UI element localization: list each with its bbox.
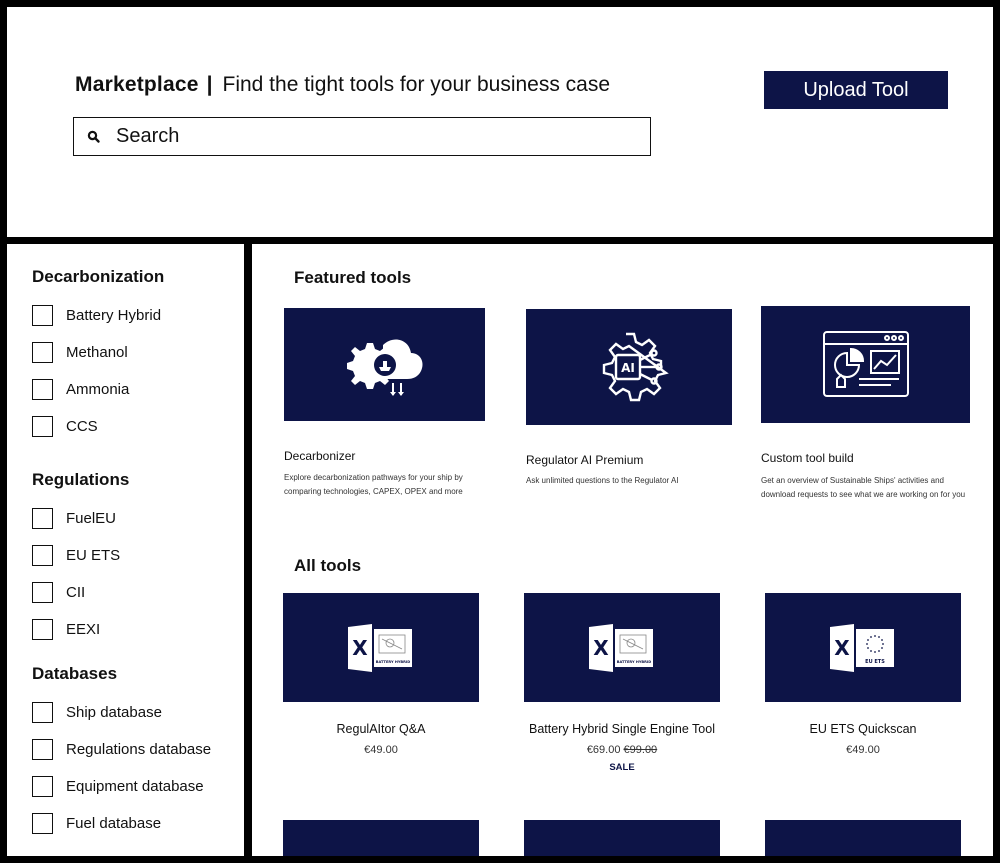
filter-battery-hybrid[interactable]: Battery Hybrid	[32, 297, 164, 334]
filter-eu-ets[interactable]: EU ETS	[32, 537, 129, 574]
header-panel: Marketplace | Find the tight tools for you…	[7, 7, 993, 237]
current-price: €69.00	[586, 744, 621, 756]
filter-ammonia[interactable]: Ammonia	[32, 371, 164, 408]
filter-cii[interactable]: CII	[32, 574, 129, 611]
main-content: Featured tools Decarbonizer Explore deca…	[252, 244, 993, 856]
tool-price: €49.00	[765, 744, 961, 756]
excel-file-icon: X BATTERY HYBRID	[587, 623, 657, 673]
regulaitor-qa-thumbnail[interactable]: X BATTERY HYBRID	[283, 593, 479, 702]
filter-label: Regulations database	[66, 741, 212, 758]
sale-badge: SALE	[609, 762, 635, 773]
search-bar[interactable]	[73, 117, 651, 156]
filter-label: EU ETS	[66, 547, 121, 564]
checkbox[interactable]	[32, 813, 53, 834]
filter-label: CCS	[66, 418, 98, 435]
featured-tool-title[interactable]: Regulator AI Premium	[526, 453, 643, 467]
current-price: €49.00	[846, 744, 880, 756]
battery-hybrid-thumbnail[interactable]: X BATTERY HYBRID	[524, 593, 720, 702]
eu-ets-quickscan-thumbnail[interactable]: X EU ETS	[765, 593, 961, 702]
filter-group-regulations: Regulations FuelEU EU ETS CII EEXI	[32, 468, 129, 648]
search-input[interactable]	[114, 125, 634, 148]
featured-tool-description: Explore decarbonization pathways for you…	[284, 473, 463, 496]
filter-label: Battery Hybrid	[66, 307, 162, 324]
thumb-caption: EU ETS	[865, 659, 885, 665]
thumb-caption: BATTERY HYBRID	[376, 660, 411, 664]
featured-tool-description: Ask unlimited questions to the Regulator…	[526, 476, 679, 485]
filter-ccs[interactable]: CCS	[32, 408, 164, 445]
dashboard-window-icon	[822, 330, 909, 397]
filter-label: FuelEU	[66, 510, 117, 527]
featured-tool-title[interactable]: Decarbonizer	[284, 449, 355, 463]
checkbox[interactable]	[32, 702, 53, 723]
filter-label: Methanol	[66, 344, 128, 361]
filter-heading: Regulations	[32, 470, 130, 489]
filter-label: Ammonia	[66, 381, 130, 398]
filter-eexi[interactable]: EEXI	[32, 611, 129, 648]
excel-letter: X	[593, 636, 609, 660]
excel-letter: X	[352, 636, 368, 660]
filter-fueleu[interactable]: FuelEU	[32, 500, 129, 537]
page-subtitle: Find the tight tools for your business c…	[222, 73, 611, 96]
checkbox[interactable]	[32, 342, 53, 363]
excel-file-icon: X EU ETS	[828, 623, 898, 673]
featured-tool-title[interactable]: Custom tool build	[761, 451, 854, 465]
checkbox[interactable]	[32, 305, 53, 326]
regulator-ai-thumbnail[interactable]: AI	[526, 309, 732, 425]
tool-thumbnail[interactable]	[524, 820, 720, 856]
checkbox[interactable]	[32, 508, 53, 529]
decarbonizer-thumbnail[interactable]	[284, 308, 485, 421]
original-price: €99.00	[623, 744, 658, 756]
filter-equipment-database[interactable]: Equipment database	[32, 768, 211, 805]
title-separator: |	[206, 73, 213, 96]
tool-title[interactable]: Battery Hybrid Single Engine Tool	[514, 722, 730, 736]
filter-label: CII	[66, 584, 86, 601]
checkbox[interactable]	[32, 379, 53, 400]
tool-price: €69.00 €99.00	[524, 744, 720, 756]
filter-group-databases: Databases Ship database Regulations data…	[32, 662, 211, 842]
filter-ship-database[interactable]: Ship database	[32, 694, 211, 731]
tool-price: €49.00	[283, 744, 479, 756]
filter-label: EEXI	[66, 621, 101, 638]
featured-tools-heading: Featured tools	[294, 268, 412, 287]
filter-heading: Databases	[32, 664, 118, 683]
upload-tool-button[interactable]: Upload Tool	[764, 71, 948, 109]
tool-title[interactable]: RegulAItor Q&A	[283, 722, 479, 736]
featured-tool-description: Get an overview of Sustainable Ships' ac…	[761, 476, 966, 499]
filter-fuel-database[interactable]: Fuel database	[32, 805, 211, 842]
tool-title[interactable]: EU ETS Quickscan	[765, 722, 961, 736]
current-price: €49.00	[364, 744, 398, 756]
filter-regulations-database[interactable]: Regulations database	[32, 731, 211, 768]
checkbox[interactable]	[32, 582, 53, 603]
filter-label: Fuel database	[66, 815, 162, 832]
excel-file-icon: X BATTERY HYBRID	[346, 623, 416, 673]
filter-methanol[interactable]: Methanol	[32, 334, 164, 371]
checkbox[interactable]	[32, 739, 53, 760]
checkbox[interactable]	[32, 619, 53, 640]
filter-group-decarbonization: Decarbonization Battery Hybrid Methanol …	[32, 265, 164, 445]
filter-sidebar: Decarbonization Battery Hybrid Methanol …	[7, 244, 244, 856]
tool-thumbnail[interactable]	[765, 820, 961, 856]
filter-label: Ship database	[66, 704, 162, 721]
search-icon	[74, 130, 114, 144]
filter-heading: Decarbonization	[32, 267, 165, 286]
checkbox[interactable]	[32, 776, 53, 797]
filter-label: Equipment database	[66, 778, 204, 795]
ai-chip-gear-icon: AI	[602, 332, 669, 402]
page-title: Marketplace | Find the tight tools for you…	[75, 73, 610, 97]
cloud-gear-ship-icon	[346, 338, 423, 396]
all-tools-heading: All tools	[294, 556, 362, 575]
excel-letter: X	[834, 636, 850, 660]
ai-chip-label: AI	[621, 361, 635, 375]
checkbox[interactable]	[32, 545, 53, 566]
checkbox[interactable]	[32, 416, 53, 437]
custom-tool-build-thumbnail[interactable]	[761, 306, 970, 423]
tool-thumbnail[interactable]	[283, 820, 479, 856]
marketplace-title: Marketplace	[75, 73, 199, 96]
thumb-caption: BATTERY HYBRID	[617, 660, 652, 664]
